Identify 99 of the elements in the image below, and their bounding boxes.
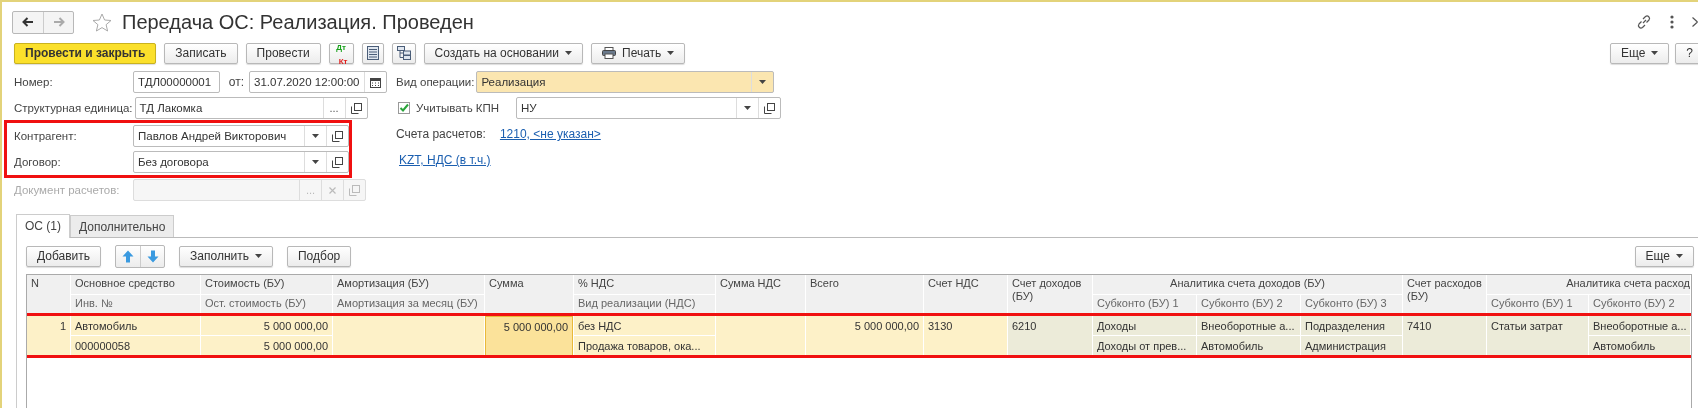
tab[interactable]: ОС (1) bbox=[16, 214, 70, 238]
field-label: Договор: bbox=[14, 156, 62, 168]
column-header[interactable]: Сумма bbox=[485, 275, 573, 314]
caret-icon bbox=[1651, 51, 1659, 55]
column-header[interactable]: % НДС bbox=[574, 275, 715, 294]
debit-label: Дт bbox=[336, 43, 346, 52]
toolbar-button[interactable]: Записать bbox=[164, 42, 238, 64]
checkbox[interactable] bbox=[398, 102, 410, 114]
column-header[interactable]: Всего bbox=[806, 275, 923, 314]
toolbar-button[interactable]: Подбор bbox=[286, 245, 352, 267]
field-label: Контрагент: bbox=[14, 130, 78, 142]
caret-icon bbox=[759, 80, 767, 84]
table-cell: 5 000 000,00 bbox=[201, 336, 332, 355]
link[interactable]: 1210, <не указан> bbox=[499, 127, 601, 141]
caret-icon bbox=[254, 254, 262, 258]
up-arrow-icon bbox=[122, 249, 135, 263]
column-header[interactable]: Основное средство bbox=[71, 275, 200, 294]
caret-icon bbox=[312, 160, 319, 164]
table-cell: 7410 bbox=[1403, 316, 1486, 355]
column-header[interactable]: Счет расходов (БУ) bbox=[1403, 275, 1486, 314]
post-and-close-button[interactable]: Провести и закрыть bbox=[14, 42, 157, 64]
menu-button[interactable]: Создать на основании bbox=[423, 42, 583, 64]
link-icon[interactable] bbox=[1636, 14, 1652, 30]
structure-button[interactable] bbox=[391, 42, 416, 64]
caret-icon bbox=[667, 51, 675, 55]
open-icon bbox=[350, 102, 362, 114]
table-cell: 3130 bbox=[924, 316, 1007, 355]
toolbar-button[interactable]: ? bbox=[1675, 42, 1698, 64]
table-cell: Автомобиль bbox=[1197, 336, 1300, 355]
table-cell: 000000058 bbox=[71, 336, 200, 355]
structure-icon bbox=[396, 46, 411, 60]
caret-icon bbox=[565, 51, 572, 55]
down-arrow-icon bbox=[146, 249, 159, 263]
tab[interactable]: Дополнительно bbox=[70, 215, 175, 237]
caret-icon bbox=[312, 134, 319, 138]
input-field[interactable]: Павлов Андрей Викторович bbox=[133, 125, 349, 147]
table-cell: Внеоборотные а... bbox=[1197, 316, 1300, 335]
window-title: Передача ОС: Реализация. Проведен bbox=[122, 10, 474, 34]
table-cell: Доходы bbox=[1093, 316, 1196, 335]
toolbar-button[interactable]: Добавить bbox=[26, 245, 102, 267]
open-icon bbox=[332, 156, 343, 168]
column-group-header: Аналитика счета доходов (БУ) bbox=[1093, 275, 1402, 294]
clear-icon bbox=[329, 186, 336, 194]
printer-icon bbox=[602, 47, 616, 59]
credit-label: Кт bbox=[338, 57, 348, 66]
checkbox-label: Учитывать КПН bbox=[416, 102, 501, 114]
star-icon[interactable] bbox=[92, 12, 112, 32]
field-label: Счета расчетов: bbox=[396, 127, 486, 141]
column-header[interactable]: N bbox=[27, 275, 70, 314]
column-header[interactable]: Стоимость (БУ) bbox=[201, 275, 332, 294]
input-field[interactable]: ТД Лакомка ... bbox=[134, 97, 368, 119]
choose-button[interactable]: ... bbox=[322, 98, 345, 118]
input-field[interactable]: Без договора bbox=[133, 151, 349, 173]
table-cell: Администрация bbox=[1301, 336, 1402, 355]
column-group-header: Аналитика счета расход bbox=[1487, 275, 1690, 294]
print-button[interactable]: Печать bbox=[591, 42, 686, 64]
menu-button[interactable]: Еще bbox=[1609, 42, 1670, 64]
link[interactable]: KZT, НДС (в т.ч.) bbox=[399, 153, 491, 167]
open-icon bbox=[349, 184, 360, 196]
caret-icon bbox=[744, 106, 751, 110]
table-cell: 5 000 000,00 bbox=[485, 316, 573, 356]
column-header[interactable]: Сумма НДС bbox=[716, 275, 805, 314]
table-cell: Автомобиль bbox=[71, 316, 200, 335]
table-cell: 5 000 000,00 bbox=[806, 316, 923, 355]
column-header[interactable]: Счет НДС bbox=[924, 275, 1007, 314]
field-label: Структурная единица: bbox=[14, 102, 134, 114]
date-field[interactable]: 31.07.2020 12:00:00 bbox=[249, 71, 387, 93]
open-icon bbox=[332, 130, 343, 142]
table-cell: без НДС bbox=[574, 316, 715, 335]
forward-arrow-icon bbox=[52, 17, 65, 27]
table-cell: 1 bbox=[27, 316, 70, 355]
calendar-icon bbox=[370, 76, 381, 88]
table-cell: Автомобиль bbox=[1589, 336, 1690, 355]
table-cell: Доходы от прев... bbox=[1093, 336, 1196, 355]
debit-credit-button[interactable]: Дт Кт bbox=[328, 42, 354, 64]
input-field[interactable]: ТДЛ00000001 bbox=[133, 71, 220, 93]
field-label: Документ расчетов: bbox=[14, 184, 121, 196]
column-header[interactable]: Счет доходов (БУ) bbox=[1008, 275, 1092, 314]
menu-button[interactable]: Заполнить bbox=[179, 245, 273, 267]
input-field[interactable]: НУ bbox=[516, 97, 781, 119]
caret-icon bbox=[1676, 254, 1683, 258]
table-cell: 6210 bbox=[1008, 316, 1092, 355]
back-arrow-icon bbox=[22, 17, 34, 27]
table-cell: Внеоборотные а... bbox=[1589, 316, 1690, 335]
table-cell: Подразделения bbox=[1301, 316, 1402, 335]
table-cell: Продажа товаров, ока... bbox=[574, 336, 715, 355]
table-cell: 5 000 000,00 bbox=[201, 316, 332, 335]
column-header[interactable]: Амортизация (БУ) bbox=[333, 275, 484, 294]
field-label: Номер: bbox=[14, 76, 54, 88]
menu-button[interactable]: Еще bbox=[1634, 245, 1694, 267]
field-label: от: bbox=[228, 75, 244, 89]
field-label: Вид операции: bbox=[396, 76, 476, 88]
input-field[interactable]: Реализация bbox=[476, 71, 775, 93]
toolbar-button[interactable]: Провести bbox=[245, 42, 321, 64]
list-icon bbox=[366, 46, 379, 60]
list-button[interactable] bbox=[361, 42, 384, 64]
more-icon[interactable] bbox=[1670, 15, 1674, 29]
open-icon bbox=[764, 102, 775, 114]
table-cell: Статьи затрат bbox=[1487, 316, 1588, 355]
